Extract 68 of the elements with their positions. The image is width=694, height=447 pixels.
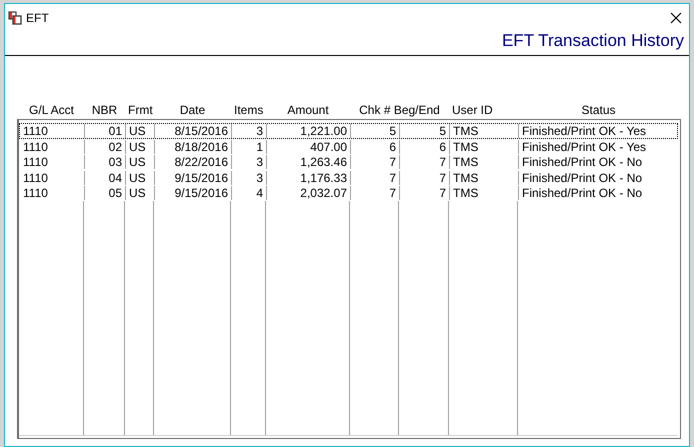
table-cell-text: Finished/Print OK - No [521, 186, 644, 200]
table-cell: 1110 [20, 155, 85, 169]
table-row[interactable]: 1110 03 US 8/22/2016 3 1,263.46 7 7 TMS Finished/Print OK - No [19, 154, 678, 170]
table-cell: 3 [232, 170, 267, 184]
table-cell: 6 [351, 140, 400, 154]
table-cell: 7 [351, 155, 400, 169]
column-header: User ID [451, 103, 494, 117]
table-cell: 05 [85, 186, 126, 200]
table-cell: 01 [85, 124, 126, 138]
table-cell: US [126, 186, 155, 200]
table-cell: 7 [351, 186, 400, 200]
column-header: Items [233, 103, 264, 117]
column-header: G/L Acct [28, 103, 75, 117]
table-cell-text: Finished/Print OK - Yes [521, 140, 648, 154]
table-cell: 8/15/2016 [155, 124, 232, 138]
table-cell: 03 [85, 155, 126, 169]
table-cell: 04 [85, 170, 126, 184]
table-cell: 5 [351, 124, 400, 138]
table-cell: 9/15/2016 [155, 170, 232, 184]
page-heading: EFT Transaction History [502, 31, 684, 51]
table-cell: 7 [400, 186, 450, 200]
table-cell: 1110 [20, 186, 85, 200]
column-header: Date [178, 103, 206, 117]
table-cell: 1,221.00 [267, 124, 351, 138]
table-cell: TMS [450, 140, 519, 154]
column-header: Amount [286, 103, 330, 117]
table-cell: 3 [232, 124, 267, 138]
table-row[interactable]: 1110 01 US 8/15/2016 3 1,221.00 5 5 TMS Finished/Print OK - Yes [19, 123, 678, 138]
table-cell: 7 [400, 170, 450, 184]
table-cell: 1110 [20, 170, 85, 184]
table-cell: 407.00 [267, 140, 351, 154]
table-cell: 9/15/2016 [155, 186, 232, 200]
close-icon[interactable] [669, 10, 683, 24]
table-cell: 4 [232, 186, 267, 200]
table-cell: 7 [400, 155, 450, 169]
table-cell: 5 [400, 124, 450, 138]
table-cell: 7 [351, 170, 400, 184]
table-cell: TMS [450, 155, 519, 169]
table-cell: TMS [450, 170, 519, 184]
table-row[interactable]: 1110 05 US 9/15/2016 4 2,032.07 7 7 TMS Finished/Print OK - No [19, 185, 678, 200]
table-cell: 2,032.07 [267, 186, 351, 200]
table-cell: 1110 [20, 124, 85, 138]
table-cell: 1,176.33 [267, 170, 351, 184]
table-cell: US [126, 170, 155, 184]
table-cell: US [126, 124, 155, 138]
table-row[interactable]: 1110 02 US 8/18/2016 1 407.00 6 6 TMS Finished/Print OK - Yes [19, 138, 678, 154]
table-cell: 02 [85, 140, 126, 154]
table-cell: 8/18/2016 [155, 140, 232, 154]
table-cell: US [126, 155, 155, 169]
table-cell: TMS [450, 124, 519, 138]
table-cell: 1,263.46 [267, 155, 351, 169]
column-header: Frmt [127, 103, 154, 117]
table-cell-text: Finished/Print OK - No [521, 155, 644, 169]
table-cell: 1110 [20, 140, 85, 154]
table-cell-text: Finished/Print OK - No [521, 170, 644, 184]
table-cell: 8/22/2016 [155, 155, 232, 169]
table-row[interactable]: 1110 04 US 9/15/2016 3 1,176.33 7 7 TMS Finished/Print OK - No [19, 170, 678, 185]
column-header: Chk # Beg/End [358, 103, 441, 117]
window-title: EFT [26, 10, 50, 24]
app-icon [8, 10, 22, 24]
table-cell: US [126, 140, 155, 154]
table-cell: 3 [232, 155, 267, 169]
table-cell: 1 [232, 140, 267, 154]
table-cell: 6 [400, 140, 450, 154]
column-header: Status [580, 103, 617, 117]
column-header: NBR [90, 103, 118, 117]
table-cell-text: Finished/Print OK - Yes [521, 124, 648, 138]
table-cell: TMS [450, 186, 519, 200]
